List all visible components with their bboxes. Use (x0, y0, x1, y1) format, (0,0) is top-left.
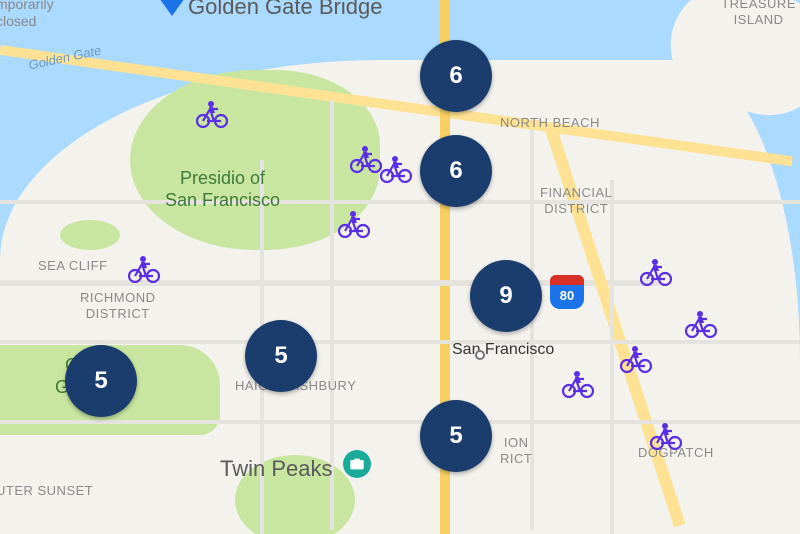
cluster-count: 6 (449, 62, 462, 90)
label-richmond-district: RICHMOND DISTRICT (80, 290, 156, 321)
label-san-francisco[interactable]: San Francisco (452, 340, 554, 359)
label-outer-sunset: UTER SUNSET (0, 483, 93, 499)
park-small (60, 220, 120, 250)
label-golden-gate-water: Golden Gate (27, 43, 102, 74)
cluster-marker[interactable]: 9 (470, 260, 542, 332)
road-grid (530, 130, 534, 530)
cluster-count: 6 (449, 157, 462, 185)
cluster-count: 5 (449, 422, 462, 450)
bike-marker-icon[interactable] (196, 100, 228, 128)
label-treasure-island: TREASURE ISLAND (721, 0, 796, 27)
label-presidio[interactable]: Presidio of San Francisco (165, 168, 280, 211)
bike-marker-icon[interactable] (562, 370, 594, 398)
cluster-marker[interactable]: 5 (65, 345, 137, 417)
city-marker-icon (475, 350, 485, 360)
label-closed-notice: mporarily closed (0, 0, 54, 30)
label-union-district: ION RICT (500, 435, 532, 466)
bike-marker-icon[interactable] (620, 345, 652, 373)
bike-marker-icon[interactable] (640, 258, 672, 286)
label-financial-district: FINANCIAL DISTRICT (540, 185, 612, 216)
label-twin-peaks[interactable]: Twin Peaks (220, 456, 333, 482)
cluster-marker[interactable]: 5 (245, 320, 317, 392)
interstate-shield-icon: 80 (550, 275, 584, 309)
road-grid (0, 200, 800, 204)
cluster-count: 5 (94, 367, 107, 395)
cluster-count: 9 (499, 282, 512, 310)
cluster-count: 5 (274, 342, 287, 370)
bike-marker-icon[interactable] (650, 422, 682, 450)
bike-marker-icon[interactable] (380, 155, 412, 183)
bike-marker-icon[interactable] (338, 210, 370, 238)
label-sea-cliff: SEA CLIFF (38, 258, 108, 274)
bike-marker-icon[interactable] (128, 255, 160, 283)
road-grid (0, 340, 800, 344)
interstate-number: 80 (560, 288, 574, 303)
bridge-poi-icon[interactable] (160, 0, 184, 16)
road-grid (610, 180, 614, 534)
camera-poi-icon[interactable] (343, 450, 371, 478)
label-north-beach: NORTH BEACH (500, 115, 600, 131)
cluster-marker[interactable]: 5 (420, 400, 492, 472)
bike-marker-icon[interactable] (350, 145, 382, 173)
cluster-marker[interactable]: 6 (420, 40, 492, 112)
bike-marker-icon[interactable] (685, 310, 717, 338)
map-viewport[interactable]: mporarily closed Golden Gate Bridge Gold… (0, 0, 800, 534)
label-golden-gate-bridge[interactable]: Golden Gate Bridge (188, 0, 382, 20)
cluster-marker[interactable]: 6 (420, 135, 492, 207)
